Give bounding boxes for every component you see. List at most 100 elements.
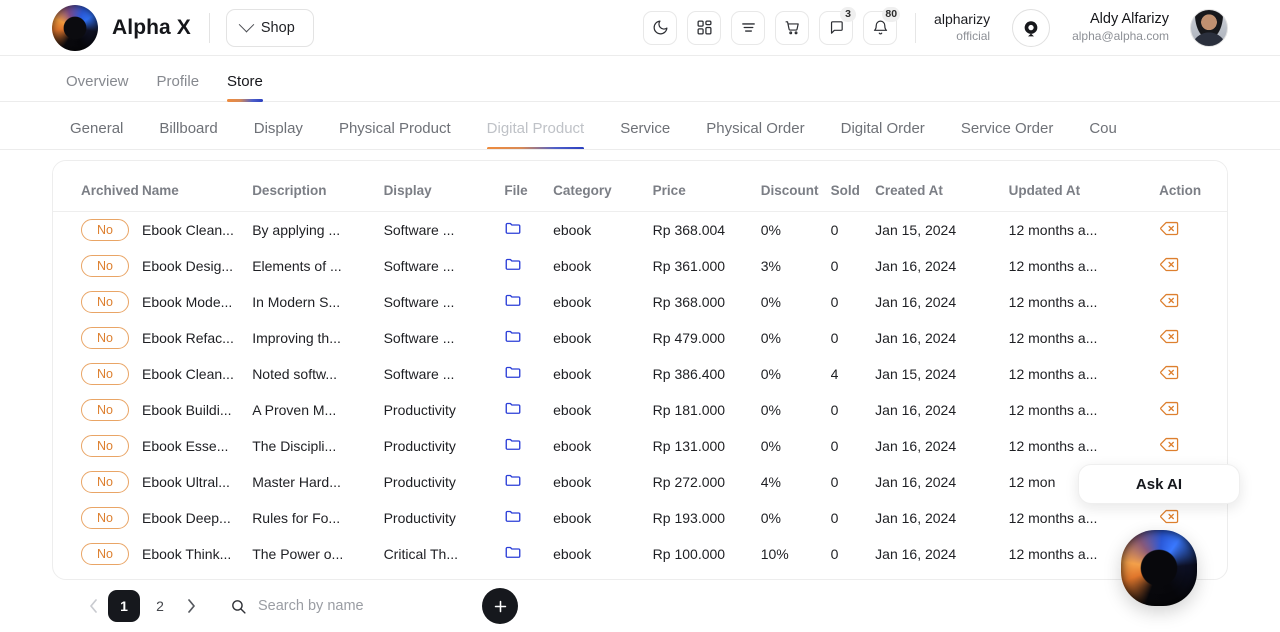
delete-row-button[interactable] bbox=[1159, 400, 1180, 420]
subtab-display[interactable]: Display bbox=[236, 120, 321, 149]
table-row[interactable]: NoEbook Mode...In Modern S...Software ..… bbox=[53, 284, 1227, 320]
pagination-page-1[interactable]: 1 bbox=[108, 590, 140, 622]
table-row[interactable]: NoEbook Esse...The Discipli...Productivi… bbox=[53, 428, 1227, 464]
table-row[interactable]: NoEbook Deep...Rules for Fo...Productivi… bbox=[53, 500, 1227, 536]
table-row[interactable]: NoEbook Clean...Noted softw...Software .… bbox=[53, 356, 1227, 392]
delete-row-button[interactable] bbox=[1159, 256, 1180, 276]
archived-badge[interactable]: No bbox=[81, 327, 129, 349]
cell-sold: 0 bbox=[831, 222, 876, 238]
shop-selector-label: Shop bbox=[261, 20, 295, 36]
menu-lines-icon bbox=[740, 19, 757, 36]
subtab-service[interactable]: Service bbox=[602, 120, 688, 149]
cell-updated-at: 12 months a... bbox=[1009, 222, 1159, 238]
cart-button[interactable] bbox=[775, 11, 809, 45]
cell-price: Rp 368.004 bbox=[653, 222, 761, 238]
pagination-page-2[interactable]: 2 bbox=[144, 590, 176, 622]
cell-created-at: Jan 16, 2024 bbox=[875, 474, 1009, 490]
folder-icon[interactable] bbox=[504, 368, 522, 384]
col-created-at: Created At bbox=[875, 161, 1009, 212]
delete-row-button[interactable] bbox=[1159, 436, 1180, 456]
add-product-button[interactable] bbox=[482, 588, 518, 624]
subtab-physical-product[interactable]: Physical Product bbox=[321, 120, 469, 149]
apps-grid-button[interactable] bbox=[687, 11, 721, 45]
chat-button[interactable]: 3 bbox=[819, 11, 853, 45]
dark-mode-toggle-button[interactable] bbox=[643, 11, 677, 45]
subtab-digital-order[interactable]: Digital Order bbox=[823, 120, 943, 149]
brand[interactable]: Alpha X bbox=[52, 5, 191, 51]
moon-icon bbox=[652, 19, 669, 36]
subtab-coupon[interactable]: Cou bbox=[1071, 120, 1135, 149]
folder-icon[interactable] bbox=[504, 260, 522, 276]
folder-icon[interactable] bbox=[504, 548, 522, 564]
chat-badge: 3 bbox=[840, 7, 856, 22]
col-action: Action bbox=[1159, 161, 1227, 212]
search-input[interactable] bbox=[258, 598, 438, 614]
pagination-prev-button[interactable] bbox=[80, 593, 106, 619]
products-table-card: Archived Name Description Display File C… bbox=[52, 160, 1228, 580]
ask-ai-button[interactable]: Ask AI bbox=[1078, 464, 1240, 504]
archived-badge[interactable]: No bbox=[81, 435, 129, 457]
table-row[interactable]: NoEbook Desig...Elements of ...Software … bbox=[53, 248, 1227, 284]
archived-badge[interactable]: No bbox=[81, 507, 129, 529]
subtab-physical-order[interactable]: Physical Order bbox=[688, 120, 822, 149]
cell-updated-at: 12 months a... bbox=[1009, 330, 1159, 346]
cell-description: A Proven M... bbox=[252, 402, 383, 418]
subtab-digital-product[interactable]: Digital Product bbox=[469, 120, 603, 149]
subtab-service-order[interactable]: Service Order bbox=[943, 120, 1072, 149]
archived-badge[interactable]: No bbox=[81, 399, 129, 421]
ask-ai-orb-icon[interactable] bbox=[1121, 530, 1197, 606]
tab-overview[interactable]: Overview bbox=[52, 73, 143, 101]
folder-icon[interactable] bbox=[504, 296, 522, 312]
folder-icon[interactable] bbox=[504, 224, 522, 240]
search-icon bbox=[230, 598, 247, 615]
cell-display: Productivity bbox=[384, 402, 505, 418]
cell-name: Ebook Esse... bbox=[142, 438, 252, 454]
table-row[interactable]: NoEbook Refac...Improving th...Software … bbox=[53, 320, 1227, 356]
subtab-billboard[interactable]: Billboard bbox=[141, 120, 235, 149]
cell-category: ebook bbox=[553, 438, 653, 454]
archived-badge[interactable]: No bbox=[81, 471, 129, 493]
notifications-button[interactable]: 80 bbox=[863, 11, 897, 45]
delete-row-button[interactable] bbox=[1159, 364, 1180, 384]
folder-icon[interactable] bbox=[504, 512, 522, 528]
archived-badge[interactable]: No bbox=[81, 363, 129, 385]
account-info: alpharizy official bbox=[934, 11, 990, 44]
account-switch-button[interactable] bbox=[1012, 9, 1050, 47]
table-row[interactable]: NoEbook Ultral...Master Hard...Productiv… bbox=[53, 464, 1227, 500]
folder-icon[interactable] bbox=[504, 332, 522, 348]
table-row[interactable]: NoEbook Think...The Power o...Critical T… bbox=[53, 536, 1227, 572]
tab-store[interactable]: Store bbox=[213, 73, 277, 101]
cell-sold: 4 bbox=[831, 366, 876, 382]
cell-name: Ebook Clean... bbox=[142, 222, 252, 238]
cell-category: ebook bbox=[553, 330, 653, 346]
tab-profile[interactable]: Profile bbox=[143, 73, 214, 101]
archived-badge[interactable]: No bbox=[81, 219, 129, 241]
subtab-general[interactable]: General bbox=[52, 120, 141, 149]
cell-created-at: Jan 16, 2024 bbox=[875, 546, 1009, 562]
archived-badge[interactable]: No bbox=[81, 255, 129, 277]
col-updated-at: Updated At bbox=[1009, 161, 1159, 212]
delete-row-button[interactable] bbox=[1159, 328, 1180, 348]
delete-row-button[interactable] bbox=[1159, 220, 1180, 240]
table-row[interactable]: NoEbook Buildi...A Proven M...Productivi… bbox=[53, 392, 1227, 428]
folder-icon[interactable] bbox=[504, 404, 522, 420]
folder-icon[interactable] bbox=[504, 476, 522, 492]
cell-discount: 0% bbox=[761, 510, 831, 526]
col-discount: Discount bbox=[761, 161, 831, 212]
delete-icon bbox=[1159, 400, 1180, 417]
pagination-next-button[interactable] bbox=[178, 593, 204, 619]
folder-icon[interactable] bbox=[504, 440, 522, 456]
cell-name: Ebook Think... bbox=[142, 546, 252, 562]
delete-icon bbox=[1159, 328, 1180, 345]
cell-price: Rp 272.000 bbox=[653, 474, 761, 490]
archived-badge[interactable]: No bbox=[81, 291, 129, 313]
table-row[interactable]: NoEbook Clean...By applying ...Software … bbox=[53, 212, 1227, 248]
menu-lines-button[interactable] bbox=[731, 11, 765, 45]
avatar[interactable] bbox=[1190, 9, 1228, 47]
col-description: Description bbox=[252, 161, 383, 212]
cell-created-at: Jan 16, 2024 bbox=[875, 402, 1009, 418]
archived-badge[interactable]: No bbox=[81, 543, 129, 565]
shop-selector-button[interactable]: Shop bbox=[226, 9, 314, 47]
delete-row-button[interactable] bbox=[1159, 292, 1180, 312]
plus-icon bbox=[492, 598, 509, 615]
